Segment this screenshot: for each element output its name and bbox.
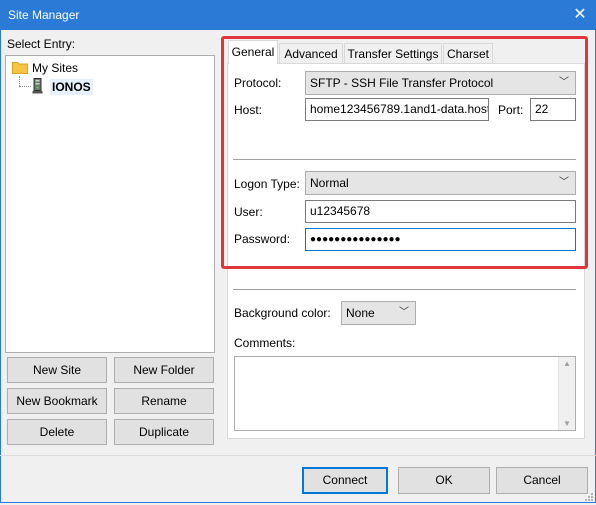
- logon-type-select-value: Normal: [310, 176, 349, 190]
- new-bookmark-button[interactable]: New Bookmark: [7, 388, 107, 414]
- chevron-down-icon: ﹀: [559, 177, 569, 188]
- new-folder-button[interactable]: New Folder: [114, 357, 214, 383]
- title-bar: Site Manager ✕: [0, 0, 596, 30]
- folder-icon: [12, 61, 28, 74]
- protocol-select-value: SFTP - SSH File Transfer Protocol: [310, 76, 494, 90]
- server-icon: [32, 78, 44, 94]
- background-color-select[interactable]: None ﹀: [341, 301, 416, 325]
- protocol-select[interactable]: SFTP - SSH File Transfer Protocol ﹀: [305, 71, 576, 95]
- close-button[interactable]: ✕: [564, 0, 596, 30]
- host-input[interactable]: home123456789.1and1-data.host: [305, 98, 489, 121]
- host-label: Host:: [234, 103, 263, 117]
- delete-button[interactable]: Delete: [7, 419, 107, 445]
- logon-type-label: Logon Type:: [234, 177, 300, 191]
- divider: [233, 159, 576, 160]
- tree-connector: [19, 86, 31, 87]
- protocol-label: Protocol:: [234, 76, 282, 90]
- tree-item-my-sites[interactable]: My Sites: [32, 61, 78, 75]
- comments-scrollbar[interactable]: ▲ ▼: [558, 357, 575, 430]
- user-input[interactable]: u12345678: [305, 200, 576, 223]
- user-label: User:: [234, 205, 263, 219]
- ok-button[interactable]: OK: [398, 467, 490, 494]
- rename-button[interactable]: Rename: [114, 388, 214, 414]
- close-icon: ✕: [573, 6, 587, 23]
- tab-charset[interactable]: Charset: [443, 43, 493, 64]
- window-title: Site Manager: [8, 8, 80, 22]
- tab-transfer-settings[interactable]: Transfer Settings: [344, 43, 442, 64]
- comments-textarea[interactable]: ▲ ▼: [234, 356, 576, 431]
- duplicate-button[interactable]: Duplicate: [114, 419, 214, 445]
- select-entry-label: Select Entry:: [7, 37, 76, 51]
- port-input[interactable]: 22: [530, 98, 576, 121]
- password-label: Password:: [234, 232, 291, 246]
- chevron-down-icon: ﹀: [399, 307, 409, 318]
- tab-advanced[interactable]: Advanced: [279, 43, 343, 64]
- scroll-up-icon[interactable]: ▲: [563, 359, 571, 368]
- tab-general[interactable]: General: [228, 40, 278, 64]
- comments-label: Comments:: [234, 336, 296, 350]
- new-site-button[interactable]: New Site: [7, 357, 107, 383]
- background-color-select-value: None: [346, 306, 375, 320]
- tree-item-ionos[interactable]: IONOS: [50, 79, 93, 95]
- password-input[interactable]: ●●●●●●●●●●●●●●●: [305, 228, 576, 251]
- resize-grip-icon[interactable]: [584, 491, 594, 501]
- background-color-label: Background color:: [234, 306, 331, 320]
- cancel-button[interactable]: Cancel: [496, 467, 588, 494]
- chevron-down-icon: ﹀: [559, 77, 569, 88]
- tree-connector: [19, 76, 20, 86]
- logon-type-select[interactable]: Normal ﹀: [305, 171, 576, 195]
- divider: [233, 289, 576, 290]
- connect-button[interactable]: Connect: [302, 467, 388, 494]
- site-tree[interactable]: My Sites IONOS: [5, 55, 215, 353]
- footer-divider: [0, 455, 596, 456]
- port-label: Port:: [498, 103, 524, 117]
- scroll-down-icon[interactable]: ▼: [563, 419, 571, 428]
